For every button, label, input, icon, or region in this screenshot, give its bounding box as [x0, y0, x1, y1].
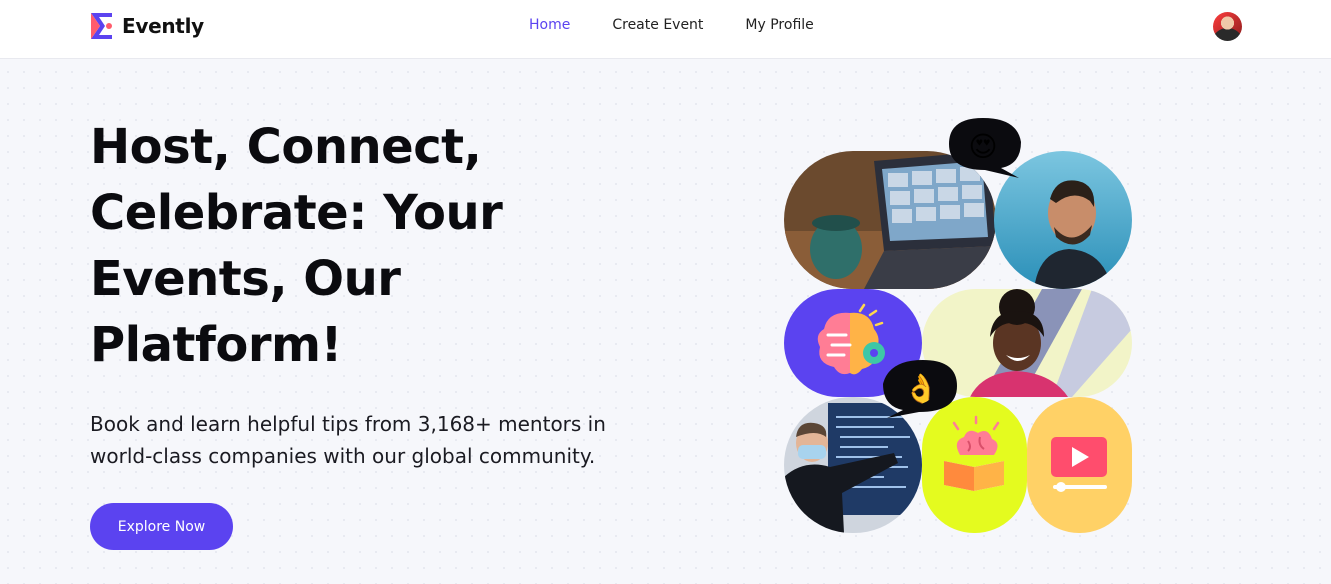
nav-link-my-profile[interactable]: My Profile — [745, 17, 813, 33]
brand-logo[interactable]: Evently — [90, 12, 204, 40]
ok-hand-emoji-bubble: 👌 — [877, 354, 963, 418]
heart-eyes-emoji: 😍 — [968, 130, 997, 163]
explore-now-button[interactable]: Explore Now — [90, 503, 233, 550]
main-nav: Home Create Event My Profile — [529, 17, 814, 33]
nav-link-home[interactable]: Home — [529, 17, 570, 33]
evently-logo-icon — [91, 13, 112, 39]
ok-hand-emoji: 👌 — [904, 372, 939, 405]
brand-name: Evently — [122, 14, 204, 38]
nav-link-create-event[interactable]: Create Event — [612, 17, 703, 33]
hero-subtitle: Book and learn helpful tips from 3,168+ … — [90, 412, 606, 468]
video-play-icon — [1027, 397, 1132, 533]
top-navbar: Evently Home Create Event My Profile — [0, 0, 1331, 59]
hero-collage: 😍 👌 — [783, 108, 1143, 538]
heart-eyes-emoji-bubble: 😍 — [941, 114, 1027, 178]
user-avatar[interactable] — [1213, 12, 1242, 41]
hero-headline: Host, Connect, Celebrate: Your Events, O… — [90, 119, 503, 373]
